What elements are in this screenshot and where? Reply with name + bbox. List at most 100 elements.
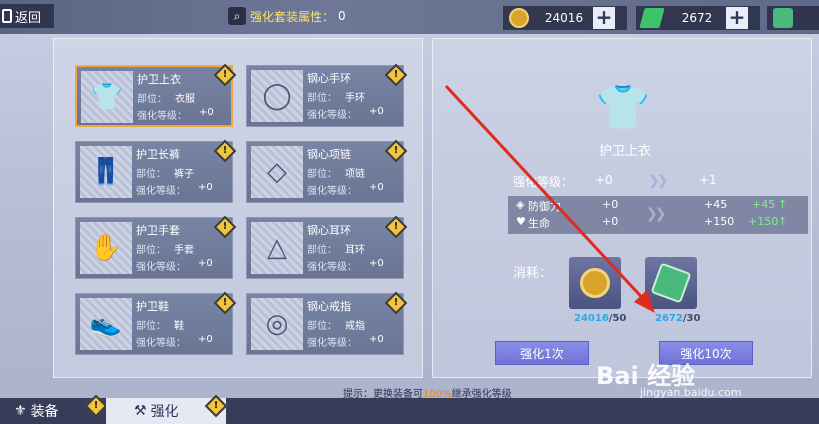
stat-from: +0 <box>602 215 619 228</box>
card-part-label: 部位： <box>307 169 337 180</box>
material-slot[interactable] <box>645 257 697 309</box>
card-level-value: +0 <box>198 334 213 345</box>
card-level-row: 强化等级： +0 <box>136 258 213 273</box>
card-level-value: +0 <box>369 182 384 193</box>
stat-name: 生命 <box>528 217 550 230</box>
material-need: /30 <box>682 313 701 324</box>
card-part-value: 戒指 <box>345 321 365 332</box>
card-level-label: 强化等级： <box>136 262 186 273</box>
bracelet-icon: ◯ <box>251 70 303 122</box>
back-button[interactable]: 返回 <box>0 4 54 28</box>
add-arrow-button[interactable]: + <box>726 7 748 29</box>
card-part-label: 部位： <box>136 245 166 256</box>
card-part-label: 部位： <box>137 94 167 105</box>
level-to: +1 <box>699 173 717 187</box>
equipment-card[interactable]: ◯ 钢心手环 部位： 手环 强化等级： +0 <box>246 65 404 127</box>
card-level-value: +0 <box>369 258 384 269</box>
hammer-icon: ⚒ <box>134 403 147 419</box>
gold-value: 24016 <box>544 11 584 25</box>
card-part-row: 部位： 裤子 <box>136 165 194 180</box>
enhance-once-button[interactable]: 强化1次 <box>495 341 589 365</box>
material-need: /50 <box>608 313 627 324</box>
equipment-card[interactable]: △ 钢心耳环 部位： 耳环 强化等级： +0 <box>246 217 404 279</box>
card-level-label: 强化等级： <box>137 111 187 122</box>
stat-to: +150 <box>704 215 735 228</box>
card-part-value: 手环 <box>345 93 365 104</box>
necklace-icon: ◇ <box>251 146 303 198</box>
set-attribute-value: 0 <box>338 9 346 23</box>
equipment-card[interactable]: 👖 护卫长裤 部位： 裤子 强化等级： +0 <box>75 141 233 203</box>
top-bar: 返回 ⌕ 强化套装属性： 0 24016 + 2672 + <box>0 0 819 34</box>
card-level-value: +0 <box>199 107 214 118</box>
card-level-label: 强化等级： <box>136 186 186 197</box>
card-level-value: +0 <box>198 182 213 193</box>
set-attribute-info[interactable]: ⌕ 强化套装属性： 0 <box>228 7 346 25</box>
earring-icon: △ <box>251 222 303 274</box>
green-gem-icon <box>773 8 793 28</box>
card-name: 钢心耳环 <box>307 224 351 237</box>
card-name: 护卫长裤 <box>136 148 180 161</box>
card-name: 钢心项链 <box>307 148 351 161</box>
gloves-icon: ✋ <box>80 222 132 274</box>
card-part-value: 衣服 <box>175 94 195 105</box>
shirt-icon: 👕 <box>595 82 651 133</box>
card-level-label: 强化等级： <box>307 186 357 197</box>
stat-row: ♥ 生命 +0 +150 +150 ↑ <box>516 215 796 231</box>
card-level-row: 强化等级： +0 <box>136 182 213 197</box>
card-name: 钢心手环 <box>307 72 351 85</box>
stat-gain: +150 <box>748 215 779 228</box>
arrow-value: 2672 <box>681 11 713 25</box>
card-name: 钢心戒指 <box>307 300 351 313</box>
level-row: 强化等级： +0 ❯❯ +1 <box>513 173 803 193</box>
equipment-card[interactable]: 👕 护卫上衣 部位： 衣服 强化等级： +0 <box>75 65 233 127</box>
material-qty: 2672/30 <box>655 313 700 324</box>
gold-currency: 24016 + <box>503 6 627 30</box>
equipment-card[interactable]: 👟 护卫鞋 部位： 鞋 强化等级： +0 <box>75 293 233 355</box>
gold-coin-icon <box>509 8 529 28</box>
card-level-row: 强化等级： +0 <box>307 106 384 121</box>
item-title: 护卫上衣 <box>599 144 652 159</box>
stat-band: ◈ 防御力 +0 +45 +45 ↑ ❯❯ ♥ 生命 +0 +150 +150 … <box>508 196 808 234</box>
add-gold-button[interactable]: + <box>593 7 615 29</box>
card-part-value: 耳环 <box>345 245 365 256</box>
equipment-card[interactable]: ◇ 钢心项链 部位： 项链 强化等级： +0 <box>246 141 404 203</box>
ring-icon: ◎ <box>251 298 303 350</box>
card-level-row: 强化等级： +0 <box>307 334 384 349</box>
card-part-value: 鞋 <box>174 321 184 332</box>
card-level-label: 强化等级： <box>307 110 357 121</box>
baidu-watermark-url: jingyan.baidu.com <box>640 386 742 399</box>
shoe-icon: 👟 <box>80 298 132 350</box>
heart-icon: ♥ <box>516 215 526 228</box>
card-part-label: 部位： <box>136 169 166 180</box>
card-part-row: 部位： 衣服 <box>137 90 195 105</box>
equipment-card[interactable]: ✋ 护卫手套 部位： 手套 强化等级： +0 <box>75 217 233 279</box>
up-arrow-icon: ↑ <box>778 198 788 211</box>
up-arrow-icon: ↑ <box>778 215 788 228</box>
card-part-label: 部位： <box>136 321 166 332</box>
bottom-tab-bar: ⚜ 装备 ! ⚒ 强化 ! <box>0 394 819 424</box>
card-part-value: 手套 <box>174 245 194 256</box>
card-part-row: 部位： 手套 <box>136 241 194 256</box>
card-part-row: 部位： 手环 <box>307 89 365 104</box>
gem-currency <box>767 6 819 30</box>
card-level-label: 强化等级： <box>307 338 357 349</box>
back-icon <box>2 9 12 23</box>
back-label: 返回 <box>15 10 42 26</box>
arrow-currency: 2672 + <box>636 6 760 30</box>
tab-equipment-label: 装备 <box>30 404 59 420</box>
shield-icon: ◈ <box>516 198 525 211</box>
material-slot[interactable] <box>569 257 621 309</box>
level-from: +0 <box>595 173 613 187</box>
card-name: 护卫上衣 <box>137 73 181 86</box>
card-part-row: 部位： 耳环 <box>307 241 365 256</box>
card-level-row: 强化等级： +0 <box>307 182 384 197</box>
card-level-value: +0 <box>198 258 213 269</box>
equipment-card[interactable]: ◎ 钢心戒指 部位： 戒指 强化等级： +0 <box>246 293 404 355</box>
detail-panel: 👕 护卫上衣 强化等级： +0 ❯❯ +1 ◈ 防御力 +0 +45 +45 ↑… <box>432 38 812 378</box>
set-attribute-label: 强化套装属性： <box>250 9 335 24</box>
green-gem-icon <box>650 262 692 304</box>
chevron-right-icon: ❯❯ <box>648 173 669 189</box>
level-label: 强化等级： <box>513 175 574 189</box>
card-part-row: 部位： 鞋 <box>136 317 184 332</box>
stat-name: 防御力 <box>528 200 561 213</box>
